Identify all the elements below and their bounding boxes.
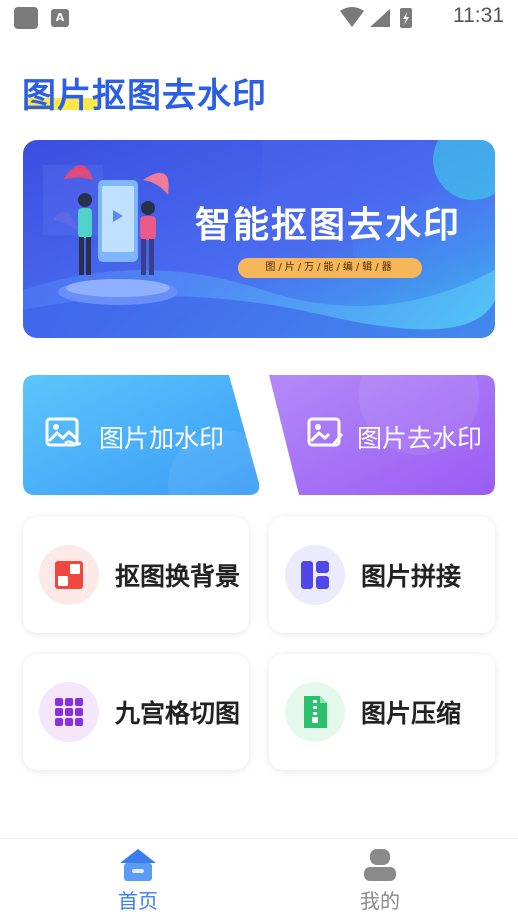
nav-mine[interactable]: 我的 bbox=[320, 839, 440, 920]
wifi-icon bbox=[340, 7, 364, 27]
profile-icon bbox=[364, 849, 396, 881]
status-bar: A 11:31 bbox=[0, 0, 518, 36]
home-icon bbox=[120, 849, 156, 881]
nav-home-label: 首页 bbox=[118, 889, 158, 913]
image-collage-label: 图片拼接 bbox=[361, 562, 462, 591]
bottom-navigation: 首页 我的 bbox=[0, 838, 518, 920]
grid-nine-icon-bg bbox=[39, 682, 99, 742]
app-title-block: 图片抠图去水印 bbox=[22, 68, 302, 116]
image-collage-card[interactable]: 图片拼接 bbox=[269, 517, 495, 633]
cutout-icon-bg bbox=[39, 545, 99, 605]
app-notification-icon: A bbox=[51, 9, 69, 27]
notification-square-icon bbox=[14, 7, 38, 29]
image-watermark-remove-icon bbox=[307, 417, 343, 447]
zip-file-icon bbox=[304, 696, 327, 728]
banner-tagline: 图/片/万/能/编/辑/器 bbox=[238, 258, 422, 278]
promo-banner[interactable]: 智能抠图去水印 图/片/万/能/编/辑/器 bbox=[23, 140, 495, 338]
remove-watermark-card[interactable]: 图片去水印 bbox=[259, 375, 495, 495]
remove-watermark-label: 图片去水印 bbox=[357, 424, 483, 453]
cutout-background-label: 抠图换背景 bbox=[115, 562, 241, 591]
add-watermark-card[interactable]: 图片加水印 bbox=[23, 375, 263, 495]
banner-title: 智能抠图去水印 bbox=[195, 205, 462, 246]
grid-nine-cut-label: 九宫格切图 bbox=[115, 699, 241, 728]
cell-signal-icon bbox=[370, 9, 390, 27]
grid-nine-icon bbox=[55, 698, 83, 726]
cutout-icon bbox=[55, 561, 83, 589]
collage-icon-bg bbox=[285, 545, 345, 605]
zip-file-icon-bg bbox=[285, 682, 345, 742]
grid-nine-cut-card[interactable]: 九宫格切图 bbox=[23, 654, 249, 770]
image-compress-label: 图片压缩 bbox=[361, 699, 462, 728]
image-compress-card[interactable]: 图片压缩 bbox=[269, 654, 495, 770]
app-title: 图片抠图去水印 bbox=[22, 76, 267, 116]
status-time: 11:31 bbox=[453, 4, 504, 27]
nav-home[interactable]: 首页 bbox=[78, 839, 198, 920]
image-watermark-add-icon bbox=[45, 417, 81, 447]
collage-icon bbox=[301, 561, 329, 589]
cutout-background-card[interactable]: 抠图换背景 bbox=[23, 517, 249, 633]
add-watermark-label: 图片加水印 bbox=[99, 424, 225, 453]
nav-mine-label: 我的 bbox=[360, 889, 400, 913]
status-icons bbox=[340, 7, 412, 28]
